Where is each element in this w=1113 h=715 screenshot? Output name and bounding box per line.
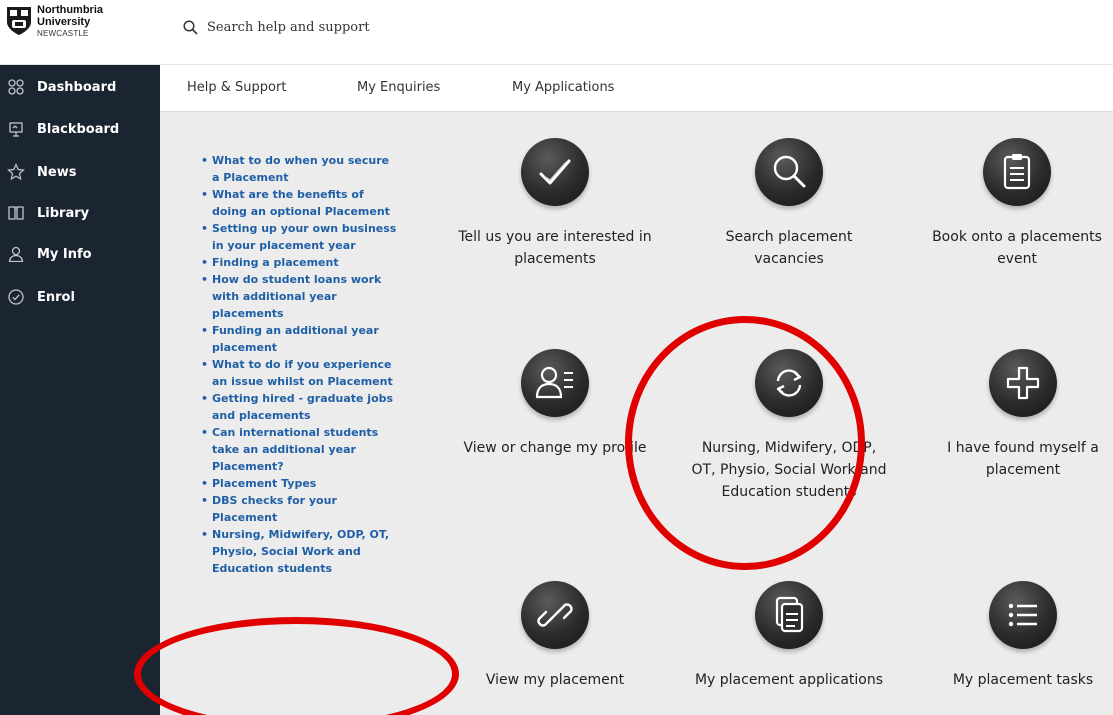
tile-label: View or change my profile xyxy=(463,440,647,456)
help-link[interactable]: Getting hired - graduate jobs and placem… xyxy=(212,392,393,422)
tile-label: My placement applications xyxy=(694,672,884,688)
help-link[interactable]: Placement Types xyxy=(212,477,316,490)
tab-bar: Help & Support My Enquiries My Applicati… xyxy=(160,65,1113,112)
tab-my-applications[interactable]: My Applications xyxy=(512,80,614,95)
top-bar: Northumbria University NEWCASTLE Search … xyxy=(0,0,1113,65)
help-link[interactable]: What to do if you experience an issue wh… xyxy=(212,358,393,388)
clipboard-icon xyxy=(983,138,1051,206)
list-item[interactable]: DBS checks for your Placement xyxy=(200,492,400,526)
list-item[interactable]: Placement Types xyxy=(200,475,400,492)
list-icon xyxy=(989,581,1057,649)
tile-nursing-students[interactable]: Nursing, Midwifery, ODP, OT, Physio, Soc… xyxy=(689,349,889,503)
tile-tell-us-interested[interactable]: Tell us you are interested in placements xyxy=(455,138,655,270)
search-icon xyxy=(183,20,198,35)
main-content: What to do when you secure a Placement W… xyxy=(134,112,1113,715)
tile-label: My placement tasks xyxy=(952,672,1094,688)
help-link[interactable]: What to do when you secure a Placement xyxy=(212,154,389,184)
sidebar: Dashboard Blackboard News Library My Inf… xyxy=(0,65,160,715)
list-item[interactable]: What to do when you secure a Placement xyxy=(200,152,400,186)
tile-view-my-placement[interactable]: View my placement xyxy=(455,581,655,691)
list-item[interactable]: Setting up your own business in your pla… xyxy=(200,220,400,254)
sidebar-item-label: Dashboard xyxy=(37,79,117,95)
search-input[interactable]: Search help and support xyxy=(207,20,370,35)
help-link[interactable]: What are the benefits of doing an option… xyxy=(212,188,390,218)
sidebar-item-blackboard[interactable]: Blackboard xyxy=(0,116,160,142)
tile-label: Tell us you are interested in placements xyxy=(458,229,652,267)
help-links-list: What to do when you secure a Placement W… xyxy=(200,152,400,577)
sidebar-item-enrol[interactable]: Enrol xyxy=(0,284,160,310)
tile-found-placement[interactable]: I have found myself a placement xyxy=(923,349,1113,481)
book-icon xyxy=(7,204,25,222)
list-item[interactable]: Nursing, Midwifery, ODP, OT, Physio, Soc… xyxy=(200,526,400,577)
presentation-icon xyxy=(7,120,25,138)
list-item[interactable]: How do student loans work with additiona… xyxy=(200,271,400,322)
tile-my-applications[interactable]: My placement applications xyxy=(689,581,889,691)
tile-my-tasks[interactable]: My placement tasks xyxy=(923,581,1113,691)
sidebar-item-library[interactable]: Library xyxy=(0,200,160,226)
user-icon xyxy=(7,245,25,263)
help-link[interactable]: Nursing, Midwifery, ODP, OT, Physio, Soc… xyxy=(212,528,389,575)
list-item[interactable]: Getting hired - graduate jobs and placem… xyxy=(200,390,400,424)
list-item[interactable]: What are the benefits of doing an option… xyxy=(200,186,400,220)
tab-help-support[interactable]: Help & Support xyxy=(187,80,286,95)
documents-icon xyxy=(755,581,823,649)
help-link[interactable]: DBS checks for your Placement xyxy=(212,494,337,524)
tile-book-event[interactable]: Book onto a placements event xyxy=(917,138,1113,270)
logo-line-3: NEWCASTLE xyxy=(37,29,89,38)
plus-icon xyxy=(989,349,1057,417)
sidebar-item-dashboard[interactable]: Dashboard xyxy=(0,74,160,100)
tile-label: Book onto a placements event xyxy=(932,229,1102,267)
list-item[interactable]: Can international students take an addit… xyxy=(200,424,400,475)
help-link[interactable]: Setting up your own business in your pla… xyxy=(212,222,396,252)
check-circle-icon xyxy=(7,288,25,306)
list-item[interactable]: Finding a placement xyxy=(200,254,400,271)
tile-search-vacancies[interactable]: Search placement vacancies xyxy=(689,138,889,270)
help-link[interactable]: Funding an additional year placement xyxy=(212,324,379,354)
tile-label: View my placement xyxy=(485,672,625,688)
help-link[interactable]: Finding a placement xyxy=(212,256,339,269)
list-item[interactable]: Funding an additional year placement xyxy=(200,322,400,356)
help-link[interactable]: How do student loans work with additiona… xyxy=(212,273,381,320)
list-item[interactable]: What to do if you experience an issue wh… xyxy=(200,356,400,390)
sidebar-item-label: My Info xyxy=(37,246,92,262)
search-bar[interactable]: Search help and support xyxy=(183,20,370,35)
link-icon xyxy=(521,581,589,649)
sidebar-item-label: News xyxy=(37,164,77,180)
grid-icon xyxy=(7,78,25,96)
crest-icon xyxy=(7,7,31,35)
sidebar-item-my-info[interactable]: My Info xyxy=(0,241,160,267)
magnifier-icon xyxy=(755,138,823,206)
checkmark-icon xyxy=(521,138,589,206)
refresh-icon xyxy=(755,349,823,417)
star-icon xyxy=(7,163,25,181)
sidebar-item-label: Library xyxy=(37,205,90,221)
page: Northumbria University NEWCASTLE Search … xyxy=(0,0,1113,715)
tile-label: Nursing, Midwifery, ODP, OT, Physio, Soc… xyxy=(691,440,887,500)
tile-view-profile[interactable]: View or change my profile xyxy=(455,349,655,459)
tile-label: Search placement vacancies xyxy=(725,229,853,267)
sidebar-item-label: Blackboard xyxy=(37,121,120,137)
tile-label: I have found myself a placement xyxy=(947,440,1099,478)
tab-my-enquiries[interactable]: My Enquiries xyxy=(357,80,440,95)
help-link[interactable]: Can international students take an addit… xyxy=(212,426,378,473)
university-logo[interactable]: Northumbria University NEWCASTLE xyxy=(6,4,103,40)
logo-line-1: Northumbria xyxy=(37,4,103,16)
profile-icon xyxy=(521,349,589,417)
annotation-circle-link xyxy=(134,617,459,715)
sidebar-item-news[interactable]: News xyxy=(0,159,160,185)
logo-line-2: University xyxy=(37,16,91,28)
sidebar-item-label: Enrol xyxy=(37,289,75,305)
